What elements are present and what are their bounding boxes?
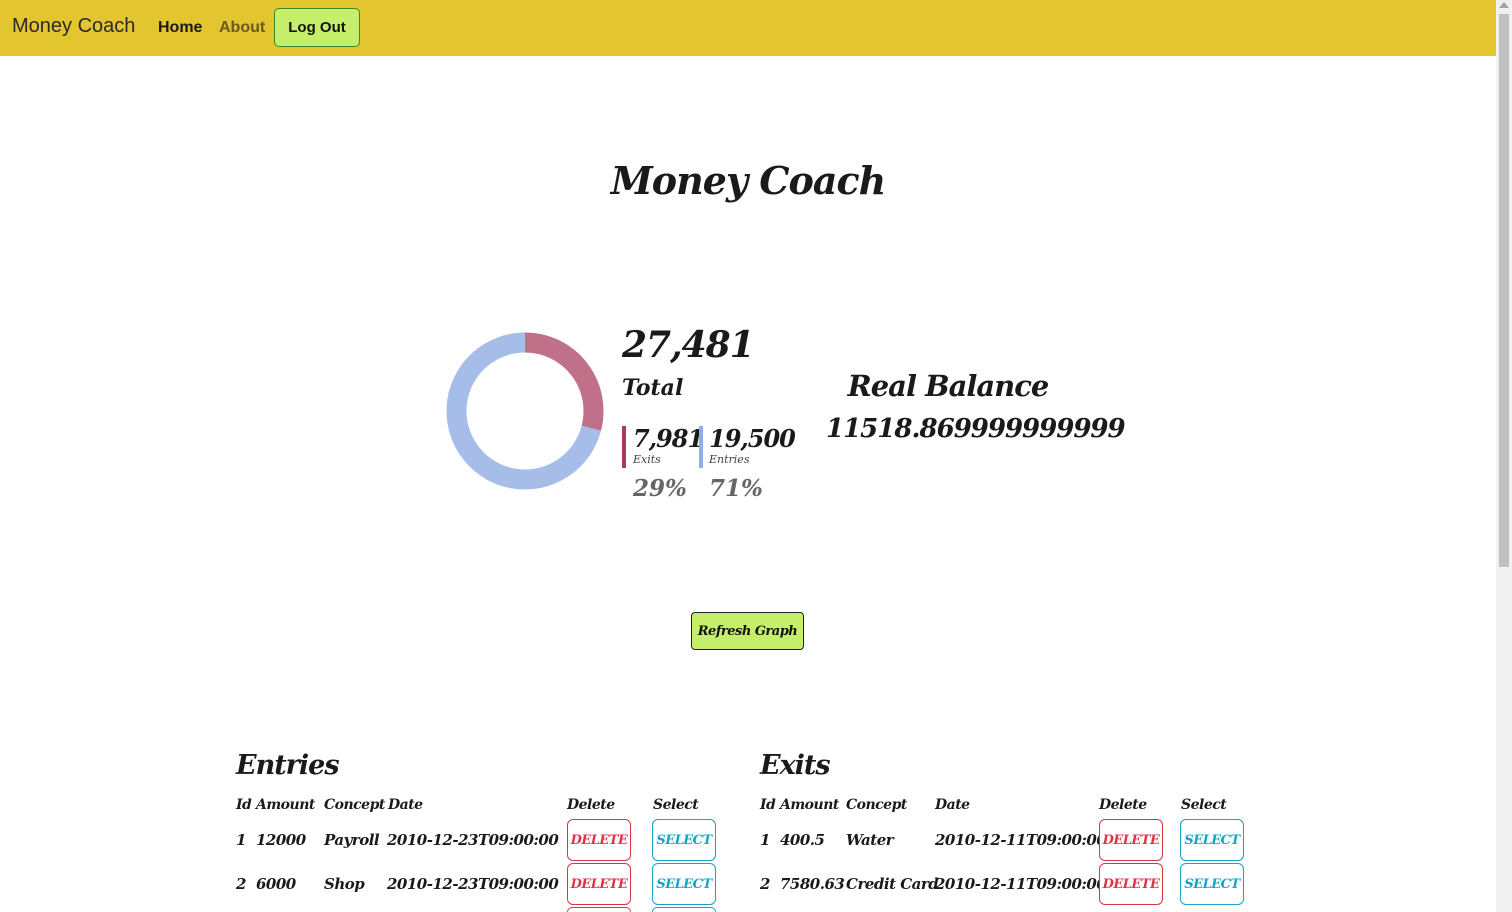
- exits-percent: 29%: [633, 475, 687, 502]
- delete-button-partial[interactable]: [567, 907, 631, 912]
- nav-home-link[interactable]: Home: [158, 19, 202, 37]
- total-label: Total: [622, 375, 684, 401]
- select-button-partial[interactable]: [652, 907, 716, 912]
- navbar: Money Coach Home About Log Out: [0, 0, 1496, 56]
- total-value: 27,481: [622, 324, 755, 366]
- cell-id: 2: [760, 875, 770, 893]
- select-button[interactable]: SELECT: [1180, 819, 1244, 861]
- entries-header-amount: Amount: [256, 797, 315, 813]
- entries-label: Entries: [709, 453, 750, 466]
- exits-value: 7,981: [633, 424, 704, 453]
- exits-label: Exits: [633, 453, 661, 466]
- exits-color-bar: [622, 426, 626, 468]
- select-button[interactable]: SELECT: [652, 863, 716, 905]
- entries-header-concept: Concept: [324, 797, 385, 813]
- exits-header-id: Id: [760, 797, 776, 813]
- cell-date: 2010-12-11T09:00:00: [935, 831, 1107, 849]
- logout-button[interactable]: Log Out: [274, 8, 360, 47]
- cell-id: 1: [760, 831, 770, 849]
- cell-amount: 12000: [256, 831, 306, 849]
- entries-color-bar: [699, 426, 703, 468]
- cell-concept: Shop: [324, 875, 365, 893]
- donut-chart: [446, 332, 604, 490]
- entries-percent: 71%: [709, 475, 763, 502]
- entries-title: Entries: [236, 750, 340, 781]
- select-button[interactable]: SELECT: [652, 819, 716, 861]
- entries-header-delete: Delete: [567, 797, 615, 813]
- exits-header-date: Date: [935, 797, 970, 813]
- exits-header-select: Select: [1181, 797, 1227, 813]
- cell-id: 1: [236, 831, 246, 849]
- cell-concept: Credit Card: [846, 875, 939, 893]
- real-balance-title: Real Balance: [847, 369, 1050, 403]
- cell-date: 2010-12-11T09:00:00: [935, 875, 1107, 893]
- entries-header-id: Id: [236, 797, 252, 813]
- entries-value: 19,500: [709, 424, 796, 453]
- scrollbar-thumb[interactable]: [1499, 14, 1509, 567]
- cell-amount: 7580.63: [780, 875, 845, 893]
- scroll-up-arrow-icon[interactable]: [1499, 2, 1509, 8]
- entries-header-date: Date: [388, 797, 423, 813]
- cell-concept: Payroll: [324, 831, 380, 849]
- delete-button[interactable]: DELETE: [1099, 819, 1163, 861]
- exits-title: Exits: [760, 750, 831, 781]
- page-title: Money Coach: [610, 158, 887, 203]
- cell-amount: 400.5: [780, 831, 825, 849]
- exits-header-amount: Amount: [780, 797, 839, 813]
- donut-slice-exits: [524, 332, 604, 431]
- refresh-graph-button[interactable]: Refresh Graph: [691, 612, 804, 650]
- cell-date: 2010-12-23T09:00:00: [387, 875, 559, 893]
- exits-header-delete: Delete: [1099, 797, 1147, 813]
- exits-header-concept: Concept: [846, 797, 907, 813]
- cell-concept: Water: [846, 831, 894, 849]
- delete-button[interactable]: DELETE: [567, 819, 631, 861]
- cell-id: 2: [236, 875, 246, 893]
- entries-header-select: Select: [653, 797, 699, 813]
- real-balance-value: 11518.869999999999: [826, 414, 1126, 444]
- delete-button[interactable]: DELETE: [567, 863, 631, 905]
- nav-about-link[interactable]: About: [219, 19, 265, 37]
- brand-link[interactable]: Money Coach: [12, 15, 135, 38]
- select-button[interactable]: SELECT: [1180, 863, 1244, 905]
- cell-amount: 6000: [256, 875, 296, 893]
- delete-button[interactable]: DELETE: [1099, 863, 1163, 905]
- cell-date: 2010-12-23T09:00:00: [387, 831, 559, 849]
